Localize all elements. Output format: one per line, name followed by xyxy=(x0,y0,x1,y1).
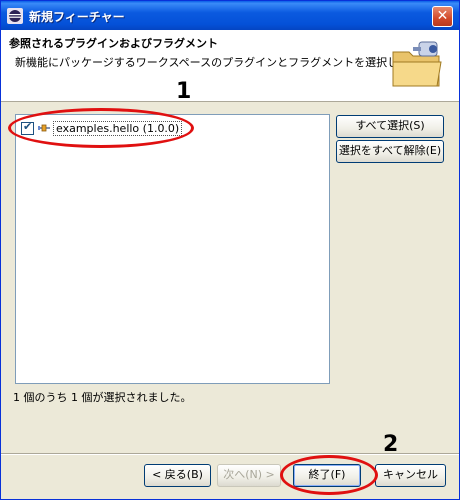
folder-plugin-icon xyxy=(392,41,442,87)
deselect-all-button[interactable]: 選択をすべて解除(E) xyxy=(336,140,444,163)
plugin-checkbox-list[interactable]: examples.hello (1.0.0) xyxy=(15,114,330,384)
eclipse-app-icon xyxy=(7,8,23,24)
select-all-button[interactable]: すべて選択(S) xyxy=(336,115,444,138)
annotation-callout-2: 2 xyxy=(383,432,399,457)
new-feature-dialog: 新規フィーチャー ✕ 参照されるプラグインおよびフラグメント 新機能にパッケージ… xyxy=(0,0,460,500)
selection-status: 1 個のうち 1 個が選択されました。 xyxy=(13,391,192,404)
close-icon: ✕ xyxy=(436,8,449,24)
page-description: 新機能にパッケージするワークスペースのプラグインとフラグメントを選択します。 xyxy=(15,56,431,69)
annotation-ellipse-2 xyxy=(280,455,378,495)
annotation-callout-1: 1 xyxy=(176,79,192,104)
cancel-button[interactable]: キャンセル xyxy=(375,464,446,487)
title-bar[interactable]: 新規フィーチャー ✕ xyxy=(1,1,459,30)
window-title: 新規フィーチャー xyxy=(29,10,125,24)
page-title: 参照されるプラグインおよびフラグメント xyxy=(9,37,218,50)
annotation-ellipse-1 xyxy=(8,108,194,148)
close-button[interactable]: ✕ xyxy=(432,6,453,27)
back-button[interactable]: < 戻る(B) xyxy=(144,464,211,487)
next-button[interactable]: 次へ(N) > xyxy=(217,464,281,487)
wizard-header: 参照されるプラグインおよびフラグメント 新機能にパッケージするワークスペースのプ… xyxy=(1,30,459,102)
